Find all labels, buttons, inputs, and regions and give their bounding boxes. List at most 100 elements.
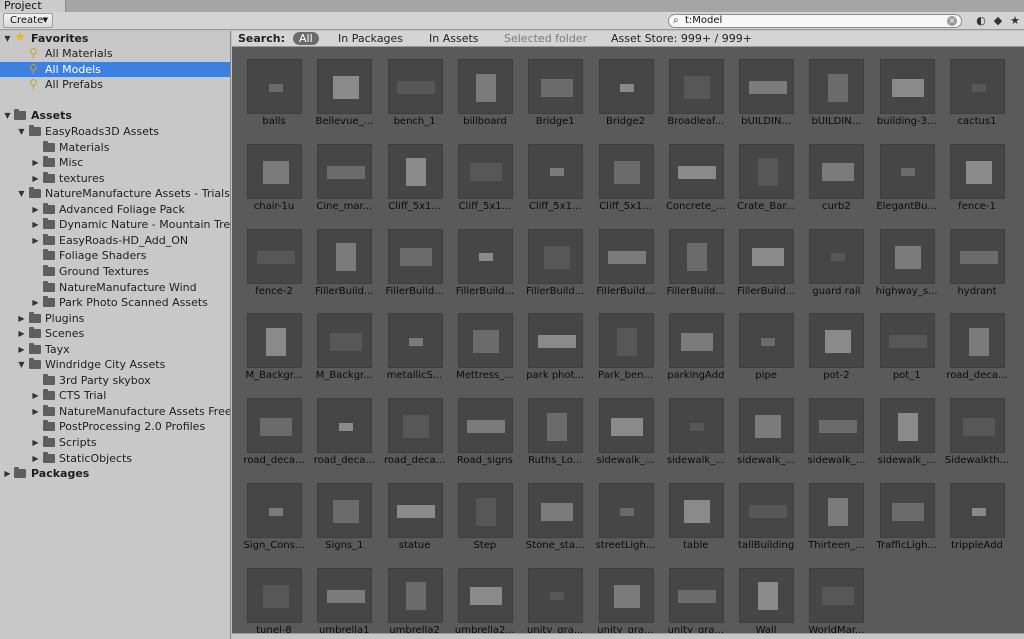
asset-tile[interactable]: Cliff_5x1...	[591, 134, 661, 214]
asset-tile[interactable]: Ruths_Lo...	[520, 388, 590, 468]
asset-tile[interactable]: streetLigh...	[591, 473, 661, 553]
asset-tile[interactable]: bUILDIN...	[801, 49, 871, 129]
project-folder-tree[interactable]: ▼ ★ Favorites ⚲ All Materials ⚲ All Mode…	[0, 31, 231, 639]
asset-tile[interactable]: fence-2	[239, 219, 309, 299]
collapse-arrow-icon[interactable]: ▼	[17, 357, 26, 372]
asset-tile[interactable]: Thirteen_...	[801, 473, 871, 553]
asset-tile[interactable]: road_deca...	[380, 388, 450, 468]
favorite-item-all-models[interactable]: ⚲ All Models	[0, 62, 230, 77]
save-search-icon[interactable]: ★	[1008, 14, 1022, 28]
expand-arrow-icon[interactable]: ▼	[3, 31, 12, 46]
tree-folder-item[interactable]: ▶ Park Photo Scanned Assets	[0, 295, 230, 310]
asset-tile[interactable]: cactus1	[942, 49, 1012, 129]
collapse-arrow-icon[interactable]: ▼	[17, 186, 26, 201]
asset-tile[interactable]: balls	[239, 49, 309, 129]
asset-tile[interactable]: statue	[380, 473, 450, 553]
asset-tile[interactable]: table	[661, 473, 731, 553]
asset-tile[interactable]: Cliff_5x1...	[520, 134, 590, 214]
asset-tile[interactable]: billboard	[450, 49, 520, 129]
favorite-item-all-prefabs[interactable]: ⚲ All Prefabs	[0, 77, 230, 92]
asset-tile[interactable]: FillerBuild...	[520, 219, 590, 299]
asset-tile[interactable]: road_deca...	[942, 303, 1012, 383]
asset-tile[interactable]: Signs_1	[309, 473, 379, 553]
tree-folder-item[interactable]: ▶ Misc	[0, 155, 230, 170]
asset-tile[interactable]: Cliff_5x1...	[450, 134, 520, 214]
asset-tile[interactable]: Sidewalkth...	[942, 388, 1012, 468]
asset-tile[interactable]: fence-1	[942, 134, 1012, 214]
tree-folder-item[interactable]: PostProcessing 2.0 Profiles	[0, 419, 230, 434]
expand-arrow-icon[interactable]: ▶	[31, 295, 40, 310]
asset-tile[interactable]: M_Backgr...	[309, 303, 379, 383]
asset-tile[interactable]: bUILDIN...	[731, 49, 801, 129]
asset-tile[interactable]: tallBuilding	[731, 473, 801, 553]
scope-in-packages[interactable]: In Packages	[338, 31, 403, 46]
tree-folder-item[interactable]: ▶ textures	[0, 171, 230, 186]
tree-folder-item[interactable]: NatureManufacture Wind	[0, 280, 230, 295]
expand-arrow-icon[interactable]: ▶	[31, 202, 40, 217]
asset-tile[interactable]: M_Backgr...	[239, 303, 309, 383]
asset-tile[interactable]: sidewalk_...	[731, 388, 801, 468]
asset-tile[interactable]: unity_gra...	[520, 558, 590, 638]
tree-folder-item[interactable]: ▶ Tayx	[0, 342, 230, 357]
asset-tile[interactable]: FillerBuild...	[731, 219, 801, 299]
asset-tile[interactable]: WorldMar...	[801, 558, 871, 638]
asset-tile[interactable]: unity_gra...	[591, 558, 661, 638]
asset-tile[interactable]: Stone_sta...	[520, 473, 590, 553]
search-by-type-icon[interactable]: ◐	[974, 14, 988, 28]
scope-asset-store[interactable]: Asset Store: 999+ / 999+	[611, 31, 752, 46]
favorite-item-all-materials[interactable]: ⚲ All Materials	[0, 46, 230, 61]
asset-tile[interactable]: Cine_mar...	[309, 134, 379, 214]
tree-folder-item[interactable]: 3rd Party skybox	[0, 373, 230, 388]
asset-tile[interactable]: Wall	[731, 558, 801, 638]
asset-tile[interactable]: Road_signs	[450, 388, 520, 468]
tree-folder-item[interactable]: ▼ EasyRoads3D Assets	[0, 124, 230, 139]
asset-tile[interactable]: FillerBuild...	[450, 219, 520, 299]
asset-tile[interactable]: curb2	[801, 134, 871, 214]
clear-search-icon[interactable]: ×	[947, 16, 957, 26]
search-input[interactable]: ⌕ t:Model ×	[668, 14, 962, 28]
asset-tile[interactable]: tunel-8	[239, 558, 309, 638]
asset-tile[interactable]: chair-1u	[239, 134, 309, 214]
asset-tile[interactable]: Park_ben...	[591, 303, 661, 383]
asset-tile[interactable]: ElegantBu...	[872, 134, 942, 214]
tree-folder-item[interactable]: ▼ NatureManufacture Assets - Trials	[0, 186, 230, 201]
asset-tile[interactable]: Bridge1	[520, 49, 590, 129]
expand-arrow-icon[interactable]: ▼	[3, 108, 12, 123]
expand-arrow-icon[interactable]: ▶	[31, 451, 40, 466]
asset-tile[interactable]: parkingAdd	[661, 303, 731, 383]
asset-tile[interactable]: Bridge2	[591, 49, 661, 129]
expand-arrow-icon[interactable]: ▶	[31, 388, 40, 403]
collapse-arrow-icon[interactable]: ▼	[17, 124, 26, 139]
tree-folder-item[interactable]: ▶ Scripts	[0, 435, 230, 450]
asset-tile[interactable]: road_deca...	[239, 388, 309, 468]
expand-arrow-icon[interactable]: ▶	[17, 326, 26, 341]
asset-tile[interactable]: Bellevue_...	[309, 49, 379, 129]
asset-tile[interactable]: FillerBuild...	[380, 219, 450, 299]
asset-tile[interactable]: Concrete_...	[661, 134, 731, 214]
asset-tile[interactable]: TrafficLigh...	[872, 473, 942, 553]
asset-tile[interactable]: sidewalk_...	[801, 388, 871, 468]
asset-tile[interactable]: pot-2	[801, 303, 871, 383]
asset-tile[interactable]: FillerBuild...	[309, 219, 379, 299]
tree-folder-item[interactable]: ▶ Advanced Foliage Pack	[0, 202, 230, 217]
asset-tile[interactable]: pipe	[731, 303, 801, 383]
asset-tile[interactable]: sidewalk_...	[661, 388, 731, 468]
favorites-header[interactable]: ▼ ★ Favorites	[0, 31, 230, 46]
asset-tile[interactable]: guard rail	[801, 219, 871, 299]
expand-arrow-icon[interactable]: ▶	[31, 155, 40, 170]
search-by-label-icon[interactable]: ◆	[991, 14, 1005, 28]
asset-tile[interactable]: umbrella2...	[450, 558, 520, 638]
asset-tile[interactable]: FillerBuild...	[661, 219, 731, 299]
scope-in-assets[interactable]: In Assets	[429, 31, 479, 46]
asset-tile[interactable]: Cliff_5x1...	[380, 134, 450, 214]
asset-tile[interactable]: Broadleaf...	[661, 49, 731, 129]
tab-project[interactable]: Project	[0, 0, 66, 12]
asset-tile[interactable]: Step	[450, 473, 520, 553]
asset-tile[interactable]: pot_1	[872, 303, 942, 383]
assets-root[interactable]: ▼ Assets	[0, 108, 230, 123]
scope-all[interactable]: All	[293, 32, 319, 45]
asset-tile[interactable]: Crate_Bar...	[731, 134, 801, 214]
asset-tile[interactable]: umbrella1	[309, 558, 379, 638]
tree-folder-item[interactable]: Foliage Shaders	[0, 248, 230, 263]
expand-arrow-icon[interactable]: ▶	[31, 435, 40, 450]
